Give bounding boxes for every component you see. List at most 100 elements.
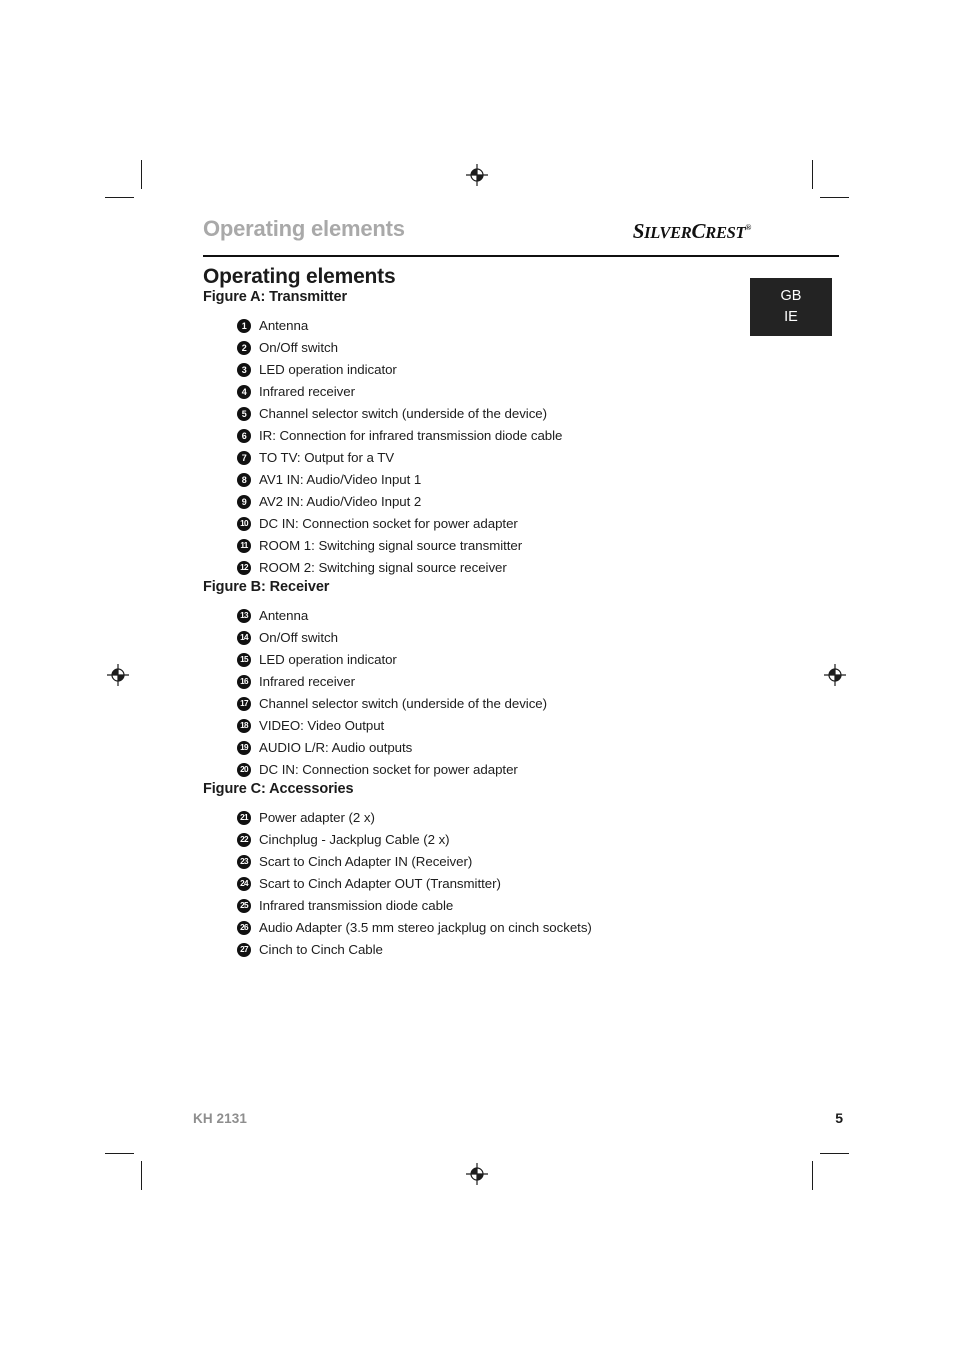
item-number-badge: 8 xyxy=(237,473,251,487)
list-item: 23 Scart to Cinch Adapter IN (Receiver) xyxy=(203,851,843,873)
list-item: 21 Power adapter (2 x) xyxy=(203,807,843,829)
section-heading-figure-c: Figure C: Accessories xyxy=(203,781,354,797)
item-number-badge: 21 xyxy=(237,811,251,825)
item-label: Channel selector switch (underside of th… xyxy=(259,406,548,421)
footer-model-number: KH 2131 xyxy=(193,1111,247,1126)
item-label: On/Off switch xyxy=(259,630,338,645)
crop-mark-top-left-vertical xyxy=(141,160,142,189)
crop-mark-top-left-horizontal xyxy=(105,197,134,198)
item-label: Scart to Cinch Adapter OUT (Transmitter) xyxy=(259,876,501,891)
item-number-badge: 11 xyxy=(237,539,251,553)
item-label: Infrared receiver xyxy=(259,674,355,689)
crop-mark-top-right-horizontal xyxy=(820,197,849,198)
item-label: LED operation indicator xyxy=(259,652,397,667)
item-label: Antenna xyxy=(259,608,309,623)
list-item: 13 Antenna xyxy=(203,605,843,627)
list-item: 6 IR: Connection for infrared transmissio… xyxy=(203,425,843,447)
item-label: Power adapter (2 x) xyxy=(259,810,375,825)
item-number-badge: 6 xyxy=(237,429,251,443)
item-number-badge: 12 xyxy=(237,561,251,575)
crop-mark-top-right-vertical xyxy=(812,160,813,189)
item-list-figure-c: 21 Power adapter (2 x) 22 Cinchplug - Jack… xyxy=(203,807,843,961)
registered-trademark-icon: ® xyxy=(745,223,751,232)
item-label: Infrared receiver xyxy=(259,384,355,399)
footer-page-number: 5 xyxy=(835,1110,843,1126)
list-item: 12 ROOM 2: Switching signal source receiv… xyxy=(203,557,843,579)
list-item: 24 Scart to Cinch Adapter OUT (Transmitte… xyxy=(203,873,843,895)
page-title: Operating elements xyxy=(203,265,396,288)
item-label: Channel selector switch (underside of th… xyxy=(259,696,548,711)
item-label: TO TV: Output for a TV xyxy=(259,450,395,465)
item-label: On/Off switch xyxy=(259,340,338,355)
list-item: 25 Infrared transmission diode cable xyxy=(203,895,843,917)
item-label: LED operation indicator xyxy=(259,362,397,377)
item-label: Cinchplug - Jackplug Cable (2 x) xyxy=(259,832,450,847)
item-number-badge: 26 xyxy=(237,921,251,935)
crop-mark-bottom-left-vertical xyxy=(141,1161,142,1190)
item-label: VIDEO: Video Output xyxy=(259,718,385,733)
item-label: ROOM 1: Switching signal source transmit… xyxy=(259,538,523,553)
list-item: 15 LED operation indicator xyxy=(203,649,843,671)
section-heading-figure-a: Figure A: Transmitter xyxy=(203,289,347,305)
item-number-badge: 2 xyxy=(237,341,251,355)
item-number-badge: 1 xyxy=(237,319,251,333)
list-item: 19 AUDIO L/R: Audio outputs xyxy=(203,737,843,759)
list-item: 16 Infrared receiver xyxy=(203,671,843,693)
item-label: IR: Connection for infrared transmission… xyxy=(259,428,563,443)
crop-mark-bottom-right-horizontal xyxy=(820,1153,849,1154)
list-item: 7 TO TV: Output for a TV xyxy=(203,447,843,469)
item-label: ROOM 2: Switching signal source receiver xyxy=(259,560,507,575)
list-item: 3 LED operation indicator xyxy=(203,359,843,381)
running-header-title: Operating elements xyxy=(203,216,405,241)
item-number-badge: 25 xyxy=(237,899,251,913)
item-number-badge: 5 xyxy=(237,407,251,421)
item-label: AUDIO L/R: Audio outputs xyxy=(259,740,413,755)
item-label: AV2 IN: Audio/Video Input 2 xyxy=(259,494,422,509)
item-number-badge: 17 xyxy=(237,697,251,711)
list-item: 11 ROOM 1: Switching signal source transm… xyxy=(203,535,843,557)
item-label: Scart to Cinch Adapter IN (Receiver) xyxy=(259,854,473,869)
running-header: Operating elements SILVERCREST® xyxy=(203,216,839,257)
registration-target-icon-left xyxy=(107,664,129,686)
item-number-badge: 15 xyxy=(237,653,251,667)
item-number-badge: 14 xyxy=(237,631,251,645)
item-number-badge: 10 xyxy=(237,517,251,531)
list-item: 14 On/Off switch xyxy=(203,627,843,649)
list-item: 26 Audio Adapter (3.5 mm stereo jackplug … xyxy=(203,917,843,939)
list-item: 8 AV1 IN: Audio/Video Input 1 xyxy=(203,469,843,491)
item-label: DC IN: Connection socket for power adapt… xyxy=(259,516,518,531)
list-item: 4 Infrared receiver xyxy=(203,381,843,403)
document-body: Operating elements Figure A: Transmitter… xyxy=(203,265,843,961)
list-item: 10 DC IN: Connection socket for power ada… xyxy=(203,513,843,535)
item-label: Cinch to Cinch Cable xyxy=(259,942,383,957)
item-number-badge: 23 xyxy=(237,855,251,869)
item-number-badge: 9 xyxy=(237,495,251,509)
item-number-badge: 27 xyxy=(237,943,251,957)
item-label: Audio Adapter (3.5 mm stereo jackplug on… xyxy=(259,920,592,935)
item-label: Antenna xyxy=(259,318,309,333)
list-item: 27 Cinch to Cinch Cable xyxy=(203,939,843,961)
item-number-badge: 18 xyxy=(237,719,251,733)
list-item: 5 Channel selector switch (underside of t… xyxy=(203,403,843,425)
list-item: 17 Channel selector switch (underside of … xyxy=(203,693,843,715)
item-list-figure-b: 13 Antenna 14 On/Off switch 15 LED operatio… xyxy=(203,605,843,781)
crop-mark-bottom-left-horizontal xyxy=(105,1153,134,1154)
header-rule xyxy=(203,255,839,257)
item-number-badge: 7 xyxy=(237,451,251,465)
section-heading-figure-b: Figure B: Receiver xyxy=(203,579,330,595)
list-item: 18 VIDEO: Video Output xyxy=(203,715,843,737)
crop-mark-bottom-right-vertical xyxy=(812,1161,813,1190)
list-item: 22 Cinchplug - Jackplug Cable (2 x) xyxy=(203,829,843,851)
list-item: 9 AV2 IN: Audio/Video Input 2 xyxy=(203,491,843,513)
item-label: AV1 IN: Audio/Video Input 1 xyxy=(259,472,422,487)
item-number-badge: 13 xyxy=(237,609,251,623)
item-number-badge: 16 xyxy=(237,675,251,689)
item-number-badge: 22 xyxy=(237,833,251,847)
page-header-area: Operating elements SILVERCREST® xyxy=(203,216,839,257)
item-number-badge: 20 xyxy=(237,763,251,777)
silvercrest-logo: SILVERCREST® xyxy=(632,219,752,243)
registration-target-icon-top xyxy=(466,164,488,186)
registration-target-icon-bottom xyxy=(466,1163,488,1185)
list-item: 2 On/Off switch xyxy=(203,337,843,359)
page-footer: KH 2131 5 xyxy=(193,1110,843,1126)
